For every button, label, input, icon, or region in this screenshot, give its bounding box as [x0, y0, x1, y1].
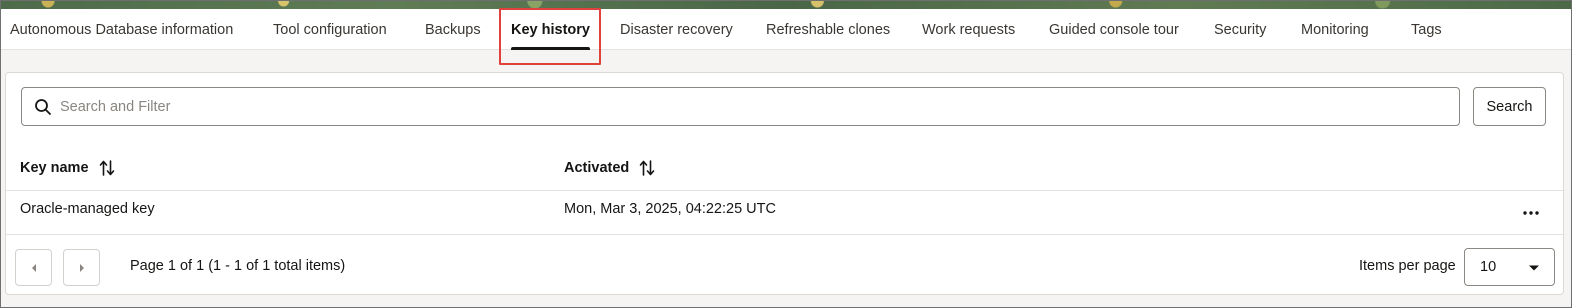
tab-autonomous-database-information[interactable]: Autonomous Database information — [10, 9, 233, 50]
tab-disaster-recovery[interactable]: Disaster recovery — [620, 9, 733, 50]
table-divider — [6, 234, 1563, 235]
items-per-page-value: 10 — [1480, 259, 1497, 275]
chevron-right-icon — [79, 263, 84, 272]
tab-security[interactable]: Security — [1214, 9, 1266, 50]
tab-guided-console-tour[interactable]: Guided console tour — [1049, 9, 1179, 50]
sort-icon[interactable] — [99, 159, 115, 177]
activated-cell: Mon, Mar 3, 2025, 04:22:25 UTC — [564, 201, 776, 217]
tab-refreshable-clones[interactable]: Refreshable clones — [766, 9, 890, 50]
column-header-key-name[interactable]: Key name — [20, 153, 115, 183]
items-per-page-label: Items per page — [1359, 258, 1456, 274]
next-page-button[interactable] — [63, 249, 100, 286]
key-history-panel: Search Key name Activated Oracle-managed… — [5, 72, 1564, 295]
column-header-label: Activated — [564, 160, 630, 176]
tab-bar: Autonomous Database information Tool con… — [1, 9, 1571, 50]
chevron-left-icon — [31, 263, 36, 272]
search-input[interactable] — [60, 88, 1450, 125]
column-header-label: Key name — [20, 160, 89, 176]
tab-monitoring[interactable]: Monitoring — [1301, 9, 1369, 50]
page-frame: Autonomous Database information Tool con… — [0, 0, 1572, 308]
previous-page-button[interactable] — [15, 249, 52, 286]
search-icon — [35, 99, 51, 115]
tab-work-requests[interactable]: Work requests — [922, 9, 1015, 50]
tab-tags[interactable]: Tags — [1411, 9, 1442, 50]
key-name-cell: Oracle-managed key — [20, 201, 155, 217]
items-per-page-select[interactable]: 10 — [1464, 248, 1555, 286]
header-banner — [1, 1, 1571, 9]
chevron-down-icon — [1529, 265, 1539, 271]
search-button[interactable]: Search — [1473, 87, 1546, 126]
tab-tool-configuration[interactable]: Tool configuration — [273, 9, 387, 50]
sort-icon[interactable] — [639, 159, 655, 177]
tab-backups[interactable]: Backups — [425, 9, 481, 50]
search-field[interactable] — [21, 87, 1460, 126]
tab-key-history[interactable]: Key history — [511, 9, 590, 50]
more-actions-icon[interactable] — [1519, 201, 1543, 225]
column-header-activated[interactable]: Activated — [564, 153, 655, 183]
pagination-status: Page 1 of 1 (1 - 1 of 1 total items) — [130, 258, 346, 274]
table-divider — [6, 190, 1563, 191]
